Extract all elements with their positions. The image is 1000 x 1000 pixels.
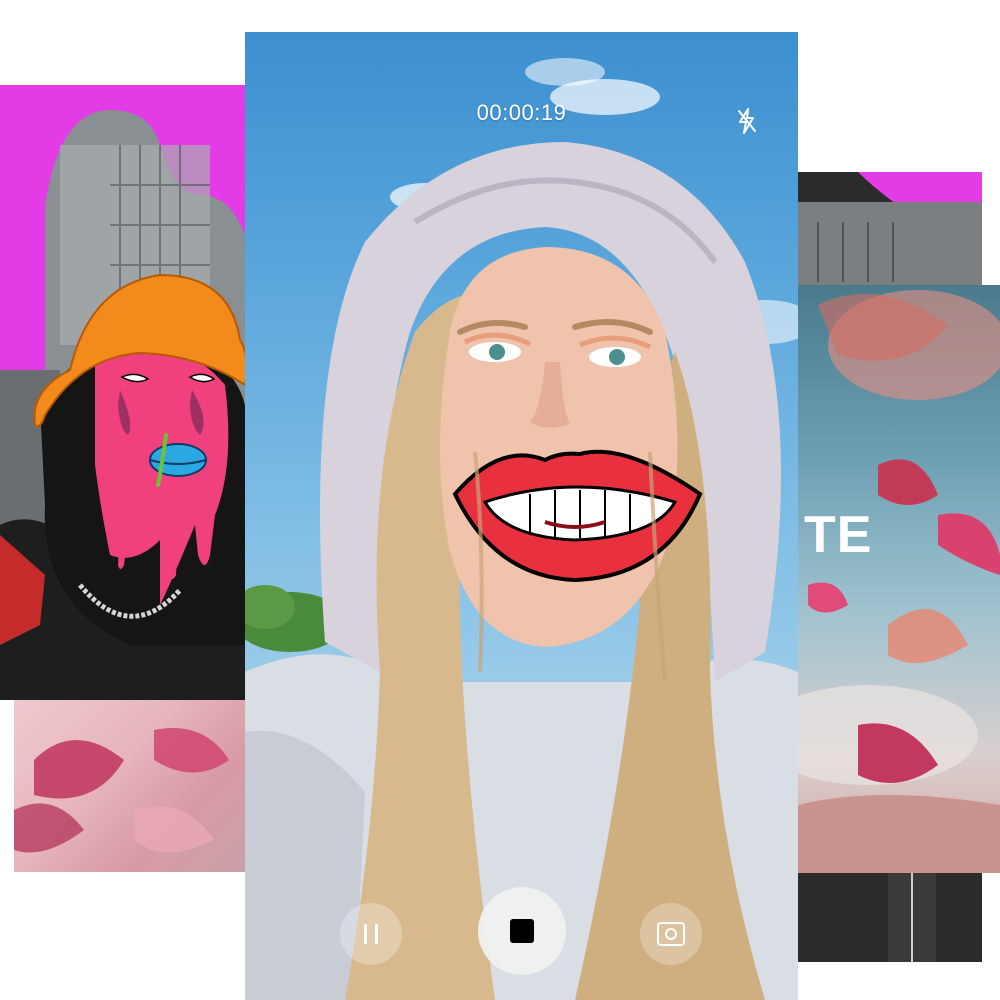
snapshot-button[interactable]: [640, 903, 702, 965]
left-preview-card: [0, 85, 245, 700]
stop-icon: [510, 919, 534, 943]
pause-icon: [364, 924, 378, 944]
flash-toggle-button[interactable]: [735, 106, 759, 136]
pause-button[interactable]: [340, 903, 402, 965]
camera-recording-screen[interactable]: 00:00:19: [245, 32, 798, 1000]
left-petals-preview-card: [14, 700, 245, 872]
camera-snapshot-icon: [657, 922, 685, 946]
recording-timer: 00:00:19: [476, 100, 567, 125]
right-text-preview-card: TE: [798, 285, 1000, 873]
building-face-filter-illustration: [0, 110, 245, 700]
flash-off-icon: [738, 108, 756, 134]
partial-title-text: TE: [804, 506, 873, 564]
camera-preview-scene: [245, 58, 798, 1000]
recording-controls: [245, 887, 798, 977]
right-petals-illustration: [798, 290, 1000, 873]
stop-recording-button[interactable]: [478, 887, 566, 975]
petals-illustration: [14, 728, 229, 853]
